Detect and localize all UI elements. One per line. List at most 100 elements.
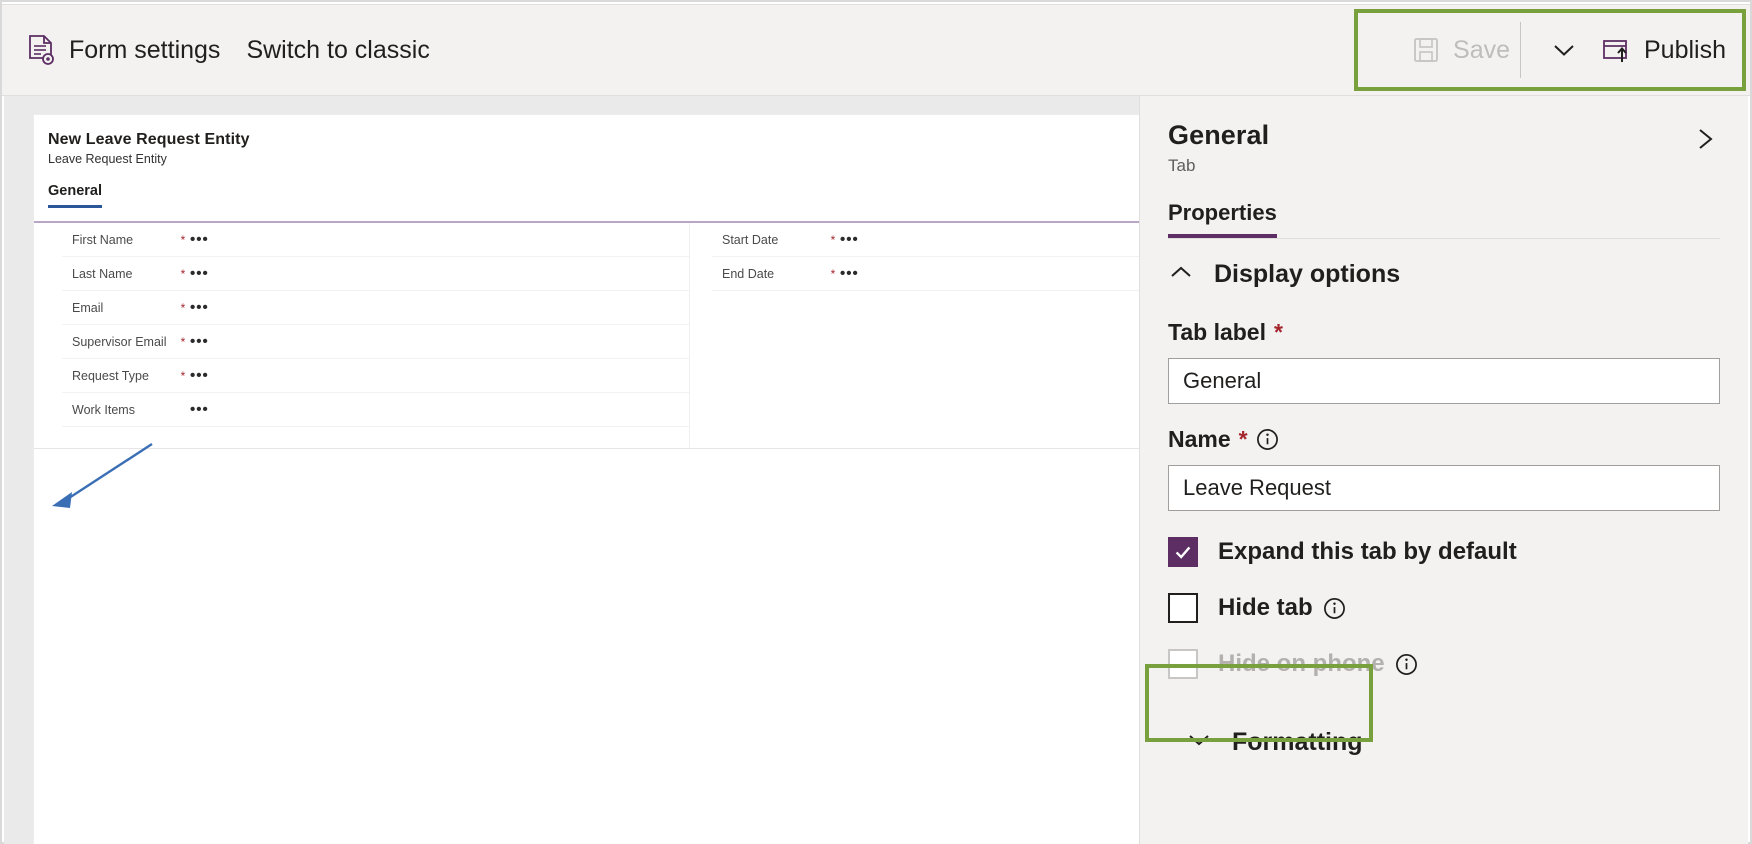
- checkbox-label-text: Hide tab: [1218, 594, 1313, 621]
- form-field-placeholder-dots: •••: [190, 366, 209, 384]
- form-tab-general-label: General: [48, 183, 102, 199]
- form-field-placeholder-dots: •••: [190, 298, 209, 316]
- form-field-row[interactable]: First Name * •••: [62, 223, 689, 257]
- checkbox-label-text: Hide on phone: [1218, 650, 1385, 677]
- form-field-label: Email: [72, 300, 104, 315]
- command-bar-divider: [1520, 22, 1521, 78]
- properties-panel-header: General Tab: [1168, 96, 1720, 176]
- form-field-placeholder-dots: •••: [190, 230, 209, 248]
- publish-icon: [1601, 36, 1631, 64]
- info-icon[interactable]: [1323, 597, 1346, 620]
- properties-panel-subtitle: Tab: [1168, 156, 1196, 175]
- required-indicator: *: [180, 368, 186, 383]
- properties-panel: General Tab Properties Display options T…: [1139, 96, 1748, 844]
- save-button: Save: [1412, 36, 1510, 65]
- name-input[interactable]: [1168, 465, 1720, 511]
- save-icon: [1412, 36, 1440, 64]
- form-header: New Leave Request Entity Leave Request E…: [34, 115, 1143, 166]
- required-indicator: *: [830, 232, 836, 247]
- display-options-section-header[interactable]: Display options: [1168, 239, 1720, 309]
- publish-label: Publish: [1644, 35, 1726, 64]
- tab-label-field-label: Tab label *: [1168, 319, 1720, 346]
- tab-properties-label: Properties: [1168, 200, 1277, 225]
- command-bar-right-group: Save Publish: [1412, 5, 1750, 95]
- tab-label-field-label-text: Tab label: [1168, 319, 1266, 345]
- publish-button[interactable]: Publish: [1601, 36, 1726, 65]
- command-bar: Form settings Switch to classic Save Pub…: [2, 4, 1750, 96]
- required-indicator: *: [1238, 426, 1248, 452]
- form-field-label: Request Type: [72, 368, 149, 383]
- form-field-placeholder-dots: •••: [190, 332, 209, 350]
- formatting-label: Formatting: [1232, 727, 1363, 756]
- save-options-dropdown-button[interactable]: [1527, 41, 1601, 59]
- name-field-label: Name *: [1168, 426, 1720, 453]
- tab-label-input[interactable]: [1168, 358, 1720, 404]
- formatting-section-header[interactable]: Formatting: [1168, 703, 1720, 781]
- checkbox-row-hide-on-phone: Hide on phone: [1168, 649, 1720, 679]
- switch-to-classic-button[interactable]: Switch to classic: [246, 36, 429, 65]
- form-field-label: Work Items: [72, 402, 135, 417]
- checkbox-hide-on-phone: [1168, 649, 1198, 679]
- form-field-label: End Date: [722, 266, 775, 281]
- switch-to-classic-label: Switch to classic: [246, 35, 430, 64]
- display-options-label: Display options: [1214, 259, 1401, 288]
- required-indicator: *: [830, 266, 836, 281]
- work-area: New Leave Request Entity Leave Request E…: [4, 96, 1748, 844]
- chevron-right-icon[interactable]: [1690, 124, 1720, 154]
- form-field-row[interactable]: Email * •••: [62, 291, 689, 325]
- checkbox-label: Hide tab: [1218, 594, 1346, 622]
- tab-properties[interactable]: Properties: [1168, 200, 1277, 238]
- info-icon[interactable]: [1256, 428, 1279, 451]
- form-settings-label: Form settings: [69, 35, 221, 64]
- properties-panel-title: General: [1168, 120, 1270, 150]
- checkmark-icon: [1175, 546, 1191, 559]
- form-field-label: Start Date: [722, 232, 779, 247]
- checkbox-expand-this-tab-by-default[interactable]: [1168, 537, 1198, 567]
- required-indicator: *: [180, 300, 186, 315]
- checkbox-label: Hide on phone: [1218, 650, 1418, 678]
- form-settings-icon: [26, 34, 56, 66]
- checkbox-row-expand-this-tab-by-default[interactable]: Expand this tab by default: [1168, 537, 1720, 567]
- required-indicator: *: [180, 334, 186, 349]
- form-field-row[interactable]: Supervisor Email * •••: [62, 325, 689, 359]
- form-settings-button[interactable]: Form settings: [26, 34, 220, 66]
- form-field-label: Supervisor Email: [72, 334, 167, 349]
- save-label: Save: [1453, 35, 1510, 64]
- form-field-row[interactable]: Request Type * •••: [62, 359, 689, 393]
- required-indicator: *: [180, 266, 186, 281]
- checkbox-label: Expand this tab by default: [1218, 538, 1517, 566]
- properties-panel-tabstrip: Properties: [1168, 200, 1720, 239]
- checkbox-row-hide-tab[interactable]: Hide tab: [1168, 593, 1720, 623]
- form-field-row[interactable]: Start Date * •••: [712, 223, 1143, 257]
- form-canvas: New Leave Request Entity Leave Request E…: [4, 96, 1143, 844]
- info-icon[interactable]: [1395, 653, 1418, 676]
- form-tab-active-underline: [48, 205, 102, 208]
- checkbox-hide-tab[interactable]: [1168, 593, 1198, 623]
- chevron-down-icon: [1186, 732, 1212, 753]
- required-indicator: *: [180, 232, 186, 247]
- form-field-label: First Name: [72, 232, 134, 247]
- form-field-placeholder-dots: •••: [190, 400, 209, 418]
- form-column-right: Start Date * ••• End Date * •••: [690, 223, 1143, 448]
- form-field-label: Last Name: [72, 266, 133, 281]
- form-field-placeholder-dots: •••: [840, 264, 859, 282]
- app-window: Form settings Switch to classic Save Pub…: [0, 0, 1752, 844]
- form-section: First Name * ••• Last Name * ••• Email *: [34, 221, 1143, 449]
- form-field-placeholder-dots: •••: [190, 264, 209, 282]
- form-title: New Leave Request Entity: [48, 131, 250, 148]
- form-field-row[interactable]: End Date * •••: [712, 257, 1143, 291]
- command-bar-left-group: Form settings Switch to classic: [2, 34, 430, 66]
- chevron-up-icon: [1168, 264, 1194, 285]
- form-field-placeholder-dots: •••: [840, 230, 859, 248]
- form-preview-card: New Leave Request Entity Leave Request E…: [33, 114, 1143, 844]
- properties-panel-header-text: General Tab: [1168, 120, 1690, 176]
- form-field-row[interactable]: Last Name * •••: [62, 257, 689, 291]
- form-field-row[interactable]: Work Items •••: [62, 393, 689, 427]
- form-subtitle: Leave Request Entity: [48, 152, 167, 166]
- chevron-down-icon: [1549, 41, 1579, 59]
- form-column-left: First Name * ••• Last Name * ••• Email *: [34, 223, 690, 448]
- name-field-label-text: Name: [1168, 426, 1231, 452]
- checkbox-label-text: Expand this tab by default: [1218, 538, 1517, 565]
- required-indicator: *: [1274, 319, 1283, 345]
- form-tab-general[interactable]: General: [48, 183, 102, 208]
